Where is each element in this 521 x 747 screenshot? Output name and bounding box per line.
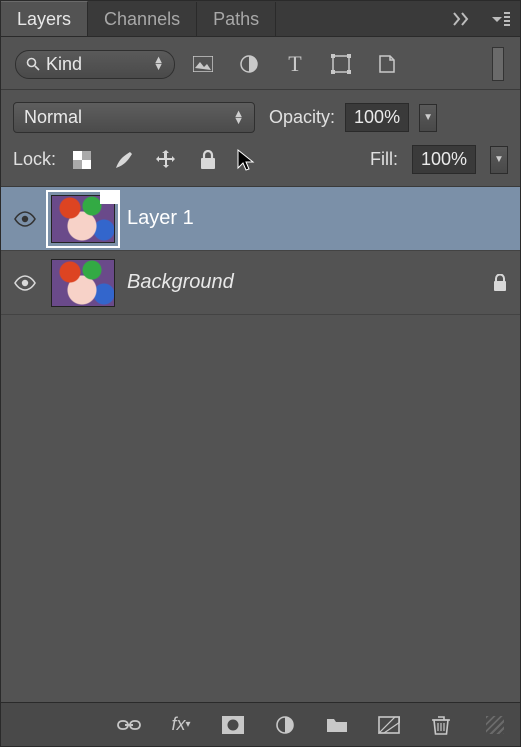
lock-all-icon[interactable] bbox=[196, 148, 220, 172]
visibility-toggle[interactable] bbox=[11, 275, 39, 291]
adjustment-layer-icon[interactable] bbox=[272, 712, 298, 738]
opacity-label: Opacity: bbox=[269, 107, 335, 128]
updown-icon: ▲▼ bbox=[233, 111, 244, 125]
layers-panel: Layers Channels Paths Kind ▲▼ T bbox=[0, 0, 521, 747]
layer-name[interactable]: Layer 1 bbox=[127, 207, 508, 230]
visibility-toggle[interactable] bbox=[11, 211, 39, 227]
opacity-value[interactable]: 100% bbox=[345, 103, 409, 132]
filter-adjustment-icon[interactable] bbox=[237, 52, 261, 76]
link-layers-icon[interactable] bbox=[116, 712, 142, 738]
layer-thumbnail[interactable] bbox=[51, 195, 115, 243]
lock-transparency-icon[interactable] bbox=[70, 148, 94, 172]
filter-type-icons: T bbox=[191, 52, 399, 76]
filter-type-icon[interactable]: T bbox=[283, 52, 307, 76]
blend-mode-value: Normal bbox=[24, 107, 82, 128]
lock-row: Lock: Fill: 100% ▼ bbox=[1, 139, 520, 187]
delete-layer-icon[interactable] bbox=[428, 712, 454, 738]
layer-name[interactable]: Background bbox=[127, 271, 480, 294]
search-icon bbox=[26, 57, 40, 71]
tab-paths[interactable]: Paths bbox=[197, 2, 276, 36]
filter-toggle[interactable] bbox=[492, 47, 504, 81]
fill-value[interactable]: 100% bbox=[412, 145, 476, 174]
layer-row[interactable]: Layer 1 bbox=[1, 187, 520, 251]
collapse-icon[interactable] bbox=[442, 1, 482, 36]
layer-row[interactable]: Background bbox=[1, 251, 520, 315]
layer-list: Layer 1 Background bbox=[1, 187, 520, 702]
panel-menu-icon[interactable] bbox=[482, 1, 520, 36]
filter-kind-label: Kind bbox=[46, 54, 82, 75]
lock-position-icon[interactable] bbox=[154, 148, 178, 172]
tab-channels[interactable]: Channels bbox=[88, 2, 197, 36]
filter-pixel-icon[interactable] bbox=[191, 52, 215, 76]
filter-shape-icon[interactable] bbox=[329, 52, 353, 76]
fill-label: Fill: bbox=[370, 149, 398, 170]
filter-kind-select[interactable]: Kind ▲▼ bbox=[15, 50, 175, 79]
panel-tabs: Layers Channels Paths bbox=[1, 1, 520, 37]
group-icon[interactable] bbox=[324, 712, 350, 738]
layer-mask-icon[interactable] bbox=[220, 712, 246, 738]
new-layer-icon[interactable] bbox=[376, 712, 402, 738]
blend-mode-select[interactable]: Normal ▲▼ bbox=[13, 102, 255, 133]
layer-effects-icon[interactable]: fx▾ bbox=[168, 712, 194, 738]
blend-row: Normal ▲▼ Opacity: 100% ▼ bbox=[1, 90, 520, 139]
updown-icon: ▲▼ bbox=[153, 57, 164, 71]
filter-row: Kind ▲▼ T bbox=[1, 37, 520, 90]
lock-pixels-icon[interactable] bbox=[112, 148, 136, 172]
layer-thumbnail[interactable] bbox=[51, 259, 115, 307]
lock-icon bbox=[492, 274, 508, 292]
fill-dropdown-icon[interactable]: ▼ bbox=[490, 146, 508, 174]
lock-label: Lock: bbox=[13, 149, 56, 170]
filter-smartobject-icon[interactable] bbox=[375, 52, 399, 76]
opacity-dropdown-icon[interactable]: ▼ bbox=[419, 104, 437, 132]
tab-layers[interactable]: Layers bbox=[1, 1, 88, 36]
layer-bottom-toolbar: fx▾ bbox=[1, 702, 520, 746]
resize-grip-icon[interactable] bbox=[486, 716, 504, 734]
